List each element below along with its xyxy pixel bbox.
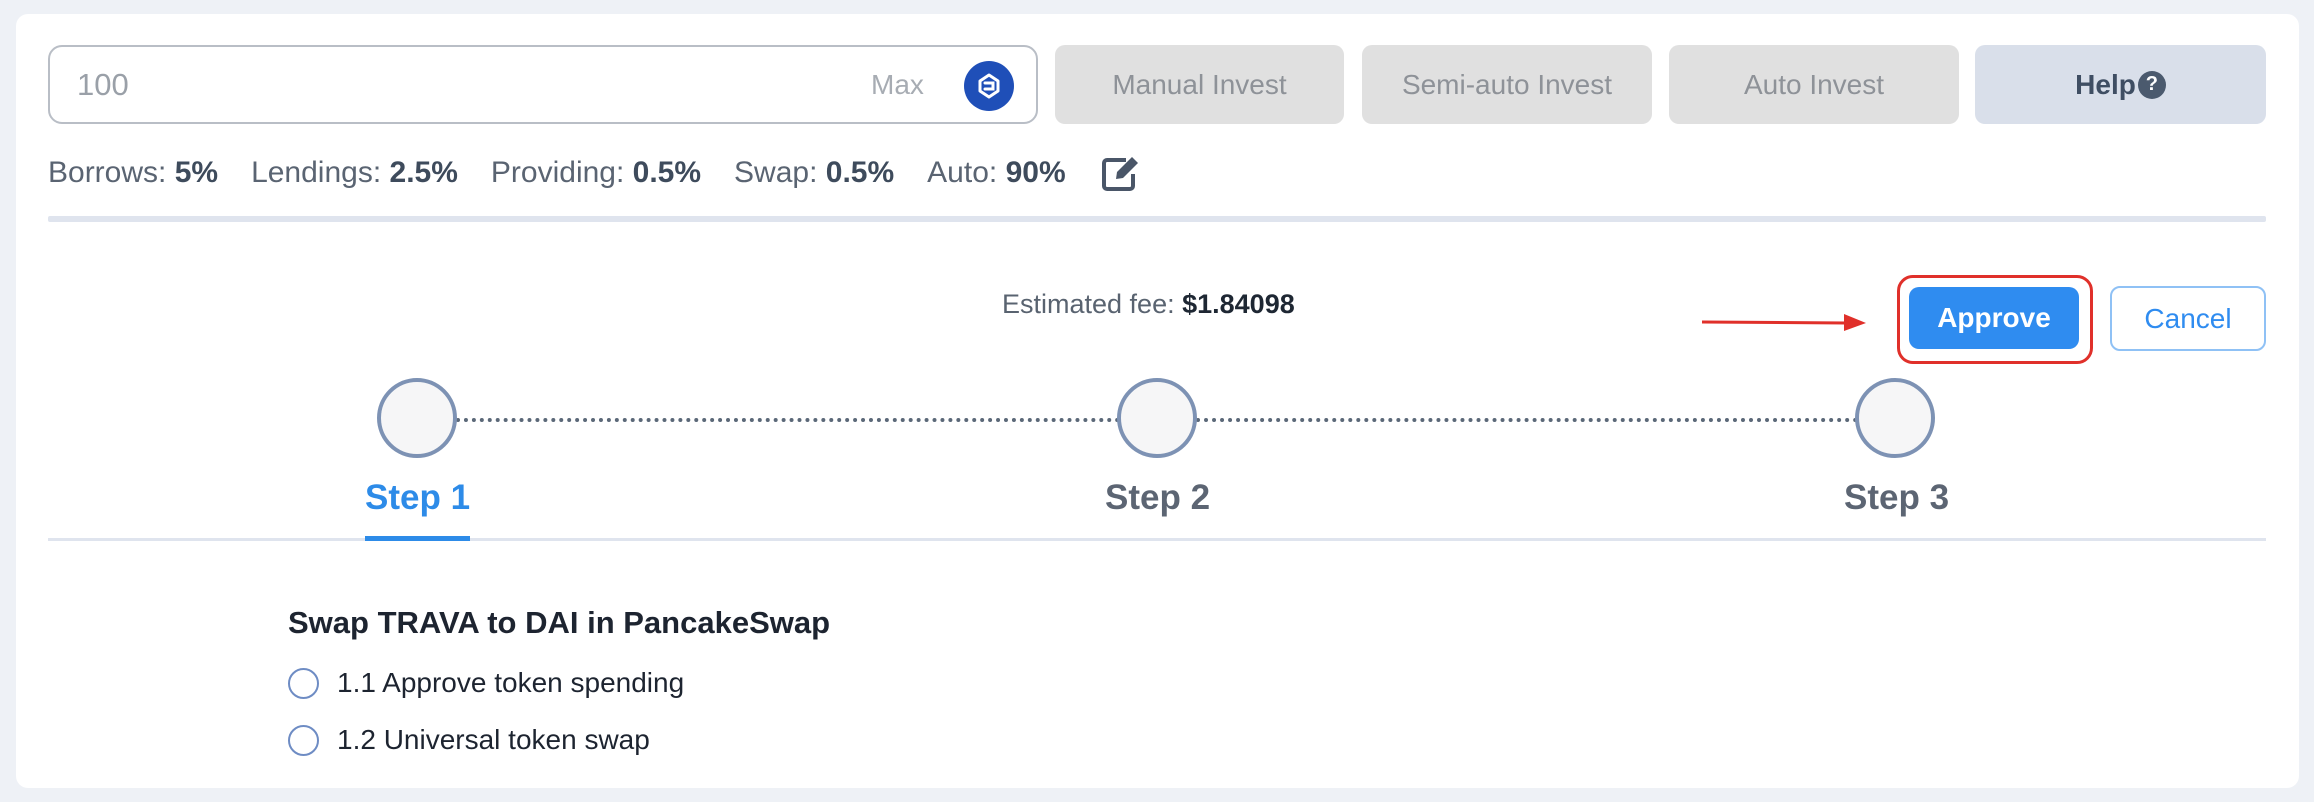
fee-rates: Borrows: 5% Lendings: 2.5% Providing: 0.…: [48, 152, 1141, 194]
step-2-circle[interactable]: [1117, 378, 1197, 458]
step-1-circle[interactable]: [377, 378, 457, 458]
max-button[interactable]: Max: [871, 69, 924, 101]
rate-auto: Auto: 90%: [927, 156, 1066, 189]
edit-icon[interactable]: [1099, 152, 1141, 194]
rate-swap: Swap: 0.5%: [734, 156, 895, 189]
rate-providing: Providing: 0.5%: [490, 156, 702, 189]
step-connector: [1196, 418, 1858, 422]
task-item[interactable]: 1.2 Universal token swap: [288, 724, 650, 756]
step-3-label[interactable]: Step 3: [1844, 478, 1949, 518]
task-radio[interactable]: [288, 667, 319, 699]
task-radio[interactable]: [288, 724, 319, 756]
task-label: 1.1 Approve token spending: [337, 667, 685, 698]
task-label: 1.2 Universal token swap: [337, 724, 650, 755]
trava-token-icon[interactable]: [964, 61, 1014, 111]
help-label: Help: [2075, 68, 2136, 100]
approve-button[interactable]: Approve: [1909, 287, 2079, 349]
rate-lendings: Lendings: 2.5%: [251, 156, 458, 189]
step-connector: [456, 418, 1120, 422]
step-1-label[interactable]: Step 1: [365, 478, 470, 518]
step-3-circle[interactable]: [1855, 378, 1935, 458]
semi-auto-invest-button[interactable]: Semi-auto Invest: [1362, 45, 1652, 124]
manual-invest-button[interactable]: Manual Invest: [1055, 45, 1344, 124]
arrow-annotation: [1701, 314, 1866, 331]
active-step-indicator: [365, 536, 470, 541]
task-title: Swap TRAVA to DAI in PancakeSwap: [288, 605, 831, 640]
amount-value[interactable]: 100: [77, 67, 129, 103]
section-divider: [48, 216, 2266, 222]
question-icon: ?: [2137, 70, 2166, 99]
help-button[interactable]: Help?: [1975, 45, 2266, 124]
estimated-fee-value: $1.84098: [1182, 289, 1295, 319]
estimated-fee: Estimated fee: $1.84098: [1002, 289, 1295, 319]
task-item[interactable]: 1.1 Approve token spending: [288, 667, 684, 699]
cancel-button[interactable]: Cancel: [2110, 286, 2266, 351]
amount-input[interactable]: 100 Max: [48, 45, 1038, 124]
step-2-label[interactable]: Step 2: [1105, 478, 1210, 518]
auto-invest-button[interactable]: Auto Invest: [1669, 45, 1959, 124]
rate-borrows: Borrows: 5%: [48, 156, 219, 189]
